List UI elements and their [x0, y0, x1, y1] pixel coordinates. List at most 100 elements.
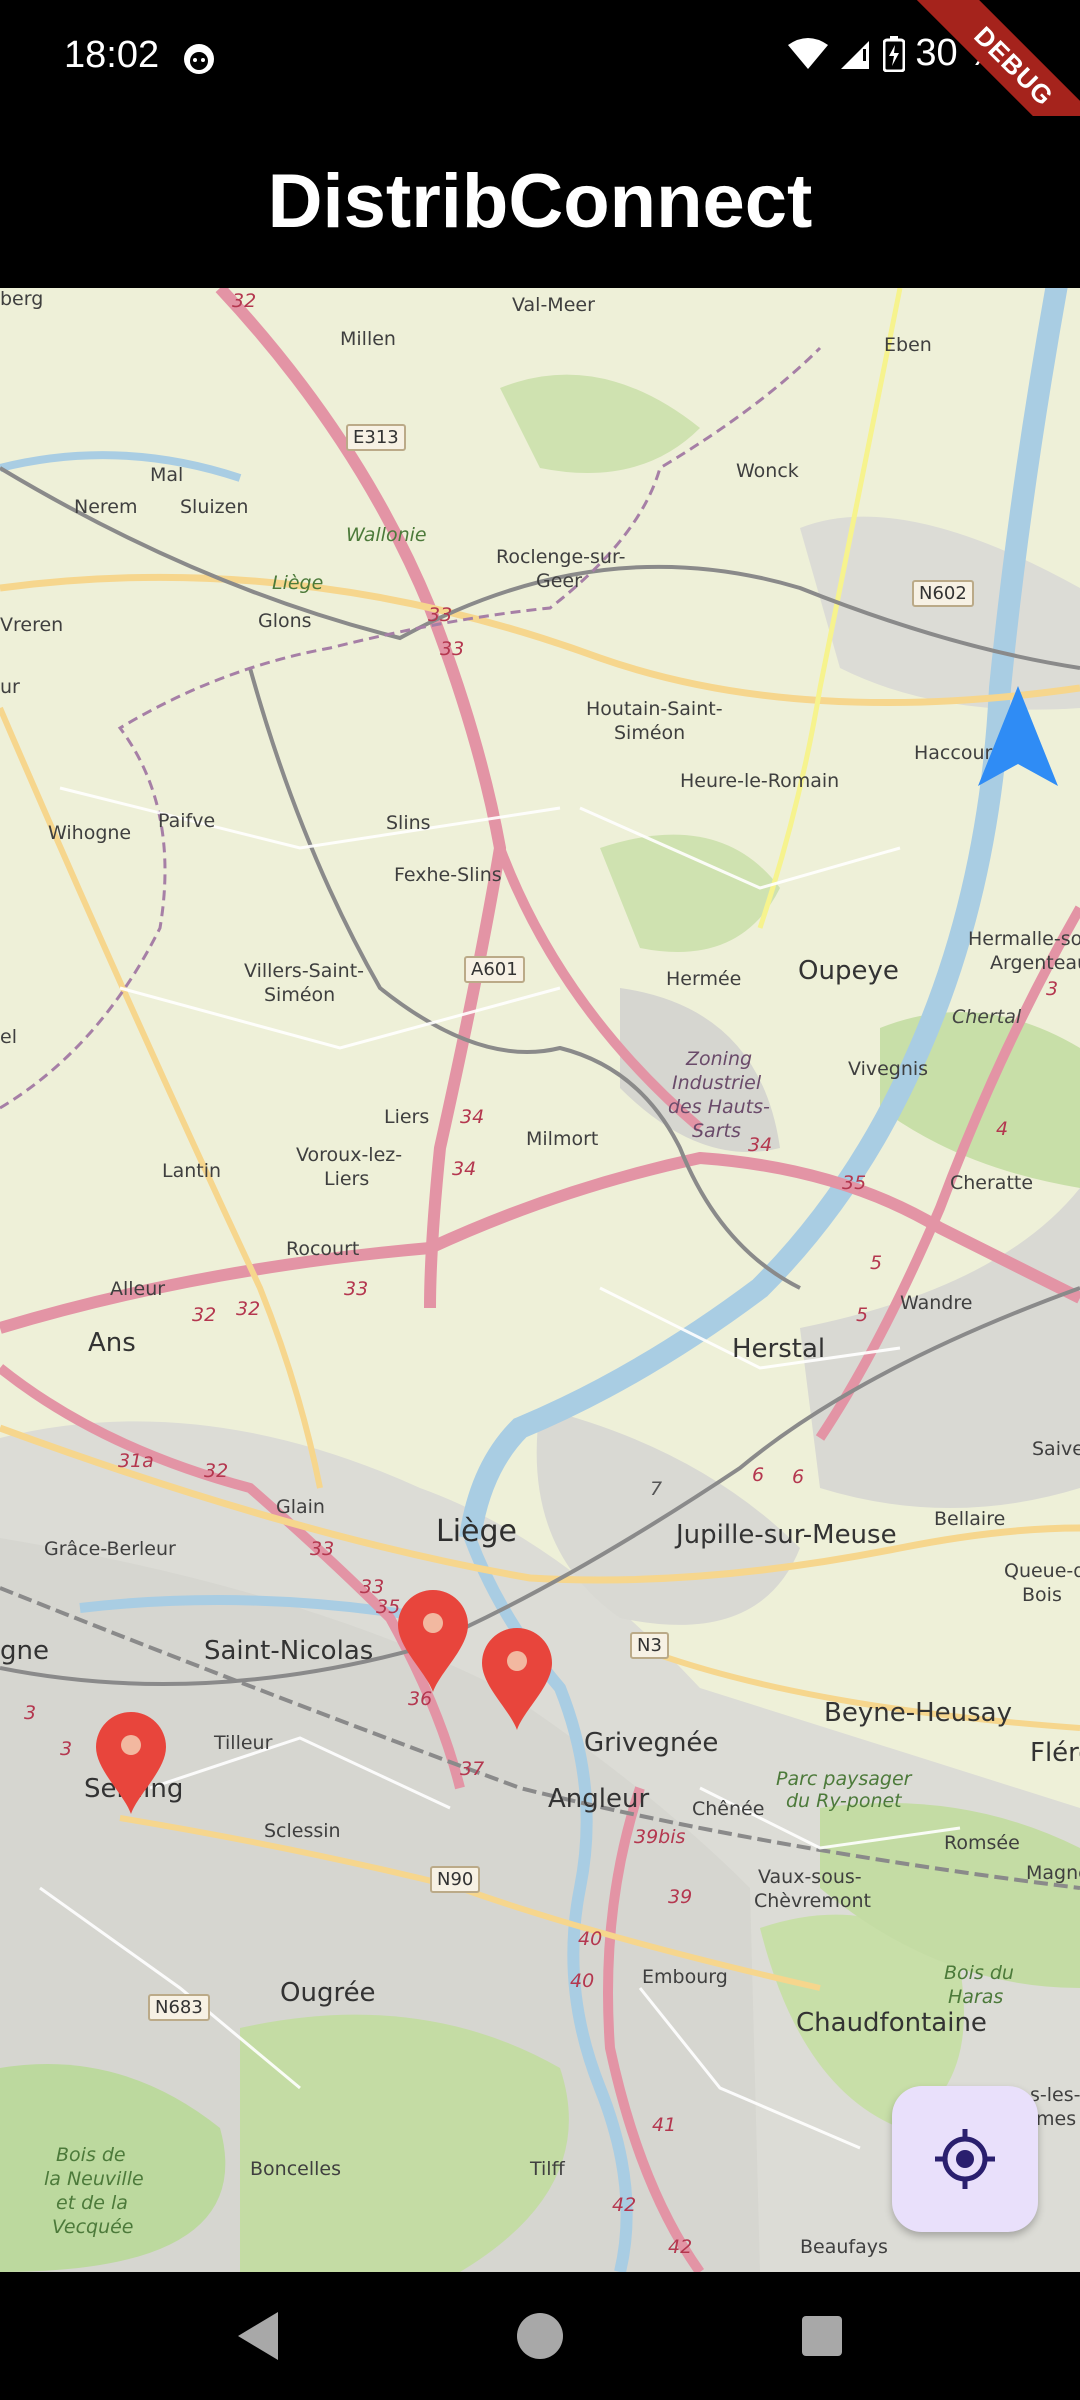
place-label: Villers-Saint- [244, 960, 365, 982]
back-icon[interactable] [198, 2272, 318, 2400]
place-label: Chertal [952, 1006, 1022, 1028]
place-label: Siméon [614, 722, 686, 744]
place-label: mes [1036, 2108, 1077, 2130]
road-number: 5 [870, 1252, 883, 1274]
place-label: Jupille-sur-Meuse [676, 1520, 897, 1550]
place-label: berg [0, 288, 44, 310]
road-number: 37 [460, 1758, 485, 1780]
road-number: 32 [236, 1298, 261, 1320]
road-number: 32 [232, 290, 257, 312]
place-label: Bellaire [934, 1508, 1006, 1530]
road-number: 6 [752, 1464, 765, 1486]
place-label: Sluizen [180, 496, 249, 518]
place-label: la Neuville [44, 2168, 144, 2190]
my-location-button[interactable] [892, 2086, 1038, 2232]
road-number: 4 [996, 1118, 1009, 1140]
road-number: 34 [452, 1158, 477, 1180]
road-number: 39bis [634, 1826, 686, 1848]
place-label: Saive [1032, 1438, 1080, 1460]
road-number: 3 [24, 1702, 37, 1724]
map-view[interactable]: berg Millen Val-Meer Eben Mal Nerem Slui… [0, 288, 1080, 2272]
place-label: Fexhe-Slins [394, 864, 502, 886]
road-number: 40 [570, 1970, 595, 1992]
road-number: 33 [310, 1538, 335, 1560]
road-number: 33 [360, 1576, 385, 1598]
signal-icon [841, 40, 870, 69]
status-bar: 18:02 30 % DEBUG [0, 0, 1080, 174]
road-number: 39 [668, 1886, 693, 1908]
place-label: Bois de [56, 2144, 126, 2166]
place-label: Millen [340, 328, 396, 350]
place-label: Sclessin [264, 1820, 341, 1842]
place-label: Vivegnis [848, 1058, 929, 1080]
place-label: Sarts [692, 1120, 741, 1142]
place-label: Milmort [526, 1128, 599, 1150]
road-shield: N602 [912, 580, 974, 607]
home-icon[interactable] [480, 2272, 600, 2400]
place-label: Houtain-Saint- [586, 698, 723, 720]
place-label: Saint-Nicolas [204, 1636, 374, 1666]
place-label: Grivegnée [584, 1728, 719, 1758]
place-label: Magne [1026, 1862, 1080, 1884]
place-label: du Ry-ponet [786, 1790, 902, 1812]
road-number: 31a [118, 1450, 154, 1472]
place-label: Paifve [158, 810, 216, 832]
place-label: Vaux-sous- [758, 1866, 862, 1888]
place-label: Glain [276, 1496, 325, 1518]
place-label: Heure-le-Romain [680, 770, 840, 792]
place-label: Voroux-lez- [296, 1144, 403, 1166]
place-label: Slins [386, 812, 431, 834]
map-pin-icon[interactable] [480, 1626, 554, 1730]
road-number: 7 [650, 1478, 663, 1500]
app-bar: DistribConnect [0, 116, 1080, 288]
place-label: Boncelles [250, 2158, 341, 2180]
road-number: 32 [192, 1304, 217, 1326]
road-number: 42 [612, 2194, 637, 2216]
place-label: des Hauts- [668, 1096, 770, 1118]
road-number: 3 [60, 1738, 73, 1760]
road-shield: N3 [630, 1632, 669, 1659]
place-label: et de la [56, 2192, 128, 2214]
place-label: Bois [1022, 1584, 1062, 1606]
place-label: Oupeye [798, 956, 899, 986]
place-label: Vreren [0, 614, 64, 636]
road-number: 40 [578, 1928, 603, 1950]
place-label: Tilleur [214, 1732, 273, 1754]
place-label: Embourg [642, 1966, 728, 1988]
place-label: Mal [150, 464, 184, 486]
place-label: Chênée [692, 1798, 765, 1820]
place-label: Queue-du- [1004, 1560, 1080, 1582]
place-label: Beyne-Heusay [824, 1698, 1012, 1728]
recents-icon[interactable] [762, 2272, 882, 2400]
place-label: Hermalle-sou [968, 928, 1080, 950]
place-label: Fléro [1030, 1738, 1080, 1768]
road-number: 34 [748, 1134, 773, 1156]
map-pin-icon[interactable] [396, 1588, 470, 1692]
place-label: Wandre [900, 1292, 973, 1314]
place-label: Nerem [74, 496, 138, 518]
place-label: Haras [948, 1986, 1004, 2008]
place-label: Herstal [732, 1334, 826, 1364]
road-number: 6 [792, 1466, 805, 1488]
status-time: 18:02 [64, 34, 160, 76]
place-label: Wonck [736, 460, 799, 482]
place-label: Parc paysager [776, 1768, 912, 1790]
place-label: Siméon [264, 984, 336, 1006]
place-label: Vecquée [52, 2216, 134, 2238]
place-label: Grâce-Berleur [44, 1538, 176, 1560]
map-pin-icon[interactable] [94, 1710, 168, 1814]
road-number: 42 [668, 2236, 693, 2258]
app-notification-icon [184, 44, 214, 74]
navigation-arrow-icon [978, 686, 1058, 786]
place-label: Liège [436, 1514, 518, 1549]
road-shield: E313 [346, 424, 406, 451]
road-number: 41 [652, 2114, 677, 2136]
place-label: ur [0, 676, 20, 698]
place-label: Lantin [162, 1160, 222, 1182]
road-shield: N683 [148, 1994, 210, 2021]
battery-icon [883, 35, 906, 72]
road-number: 35 [842, 1172, 867, 1194]
place-label: Hermée [666, 968, 742, 990]
road-number: 34 [460, 1106, 485, 1128]
place-label: Liers [324, 1168, 370, 1190]
